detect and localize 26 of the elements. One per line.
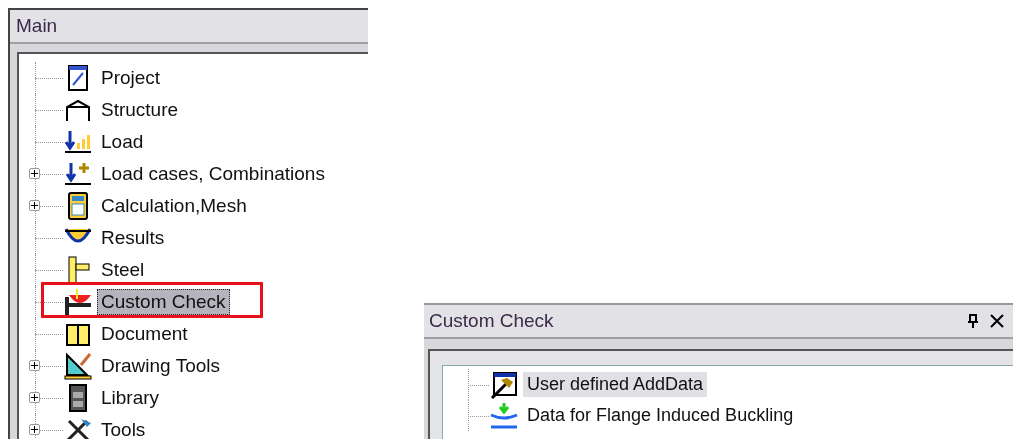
tree-item[interactable]: Custom Check [97, 289, 230, 315]
tree-item[interactable]: Data for Flange Induced Buckling [523, 403, 798, 428]
tree-item[interactable]: Load [97, 129, 148, 155]
tree-item[interactable]: User defined AddData [523, 372, 708, 397]
expand-icon[interactable] [29, 392, 40, 403]
tree-item[interactable]: Document [97, 321, 192, 347]
expand-icon[interactable] [29, 200, 40, 211]
tree-item[interactable]: Load cases, Combinations [97, 161, 329, 187]
triangle-ruler-icon [63, 351, 93, 381]
tree-item[interactable]: Library [97, 385, 164, 411]
tree-item[interactable]: Drawing Tools [97, 353, 224, 379]
tree-item[interactable]: Calculation,Mesh [97, 193, 251, 219]
expand-icon[interactable] [29, 424, 40, 435]
tree-item[interactable]: Tools [97, 417, 150, 439]
panel-title: Custom Check [429, 310, 555, 332]
tree-item[interactable]: Project [97, 65, 165, 91]
tree-item[interactable]: Steel [97, 257, 149, 283]
close-icon[interactable] [989, 313, 1005, 329]
tree-item[interactable]: Structure [97, 97, 183, 123]
panel-title: Main [10, 10, 368, 44]
beam-check-icon [63, 287, 93, 317]
tree-item[interactable]: Results [97, 225, 169, 251]
flange-icon [489, 400, 519, 431]
pin-icon[interactable] [965, 313, 981, 329]
expand-icon[interactable] [29, 168, 40, 179]
expand-icon[interactable] [29, 360, 40, 371]
